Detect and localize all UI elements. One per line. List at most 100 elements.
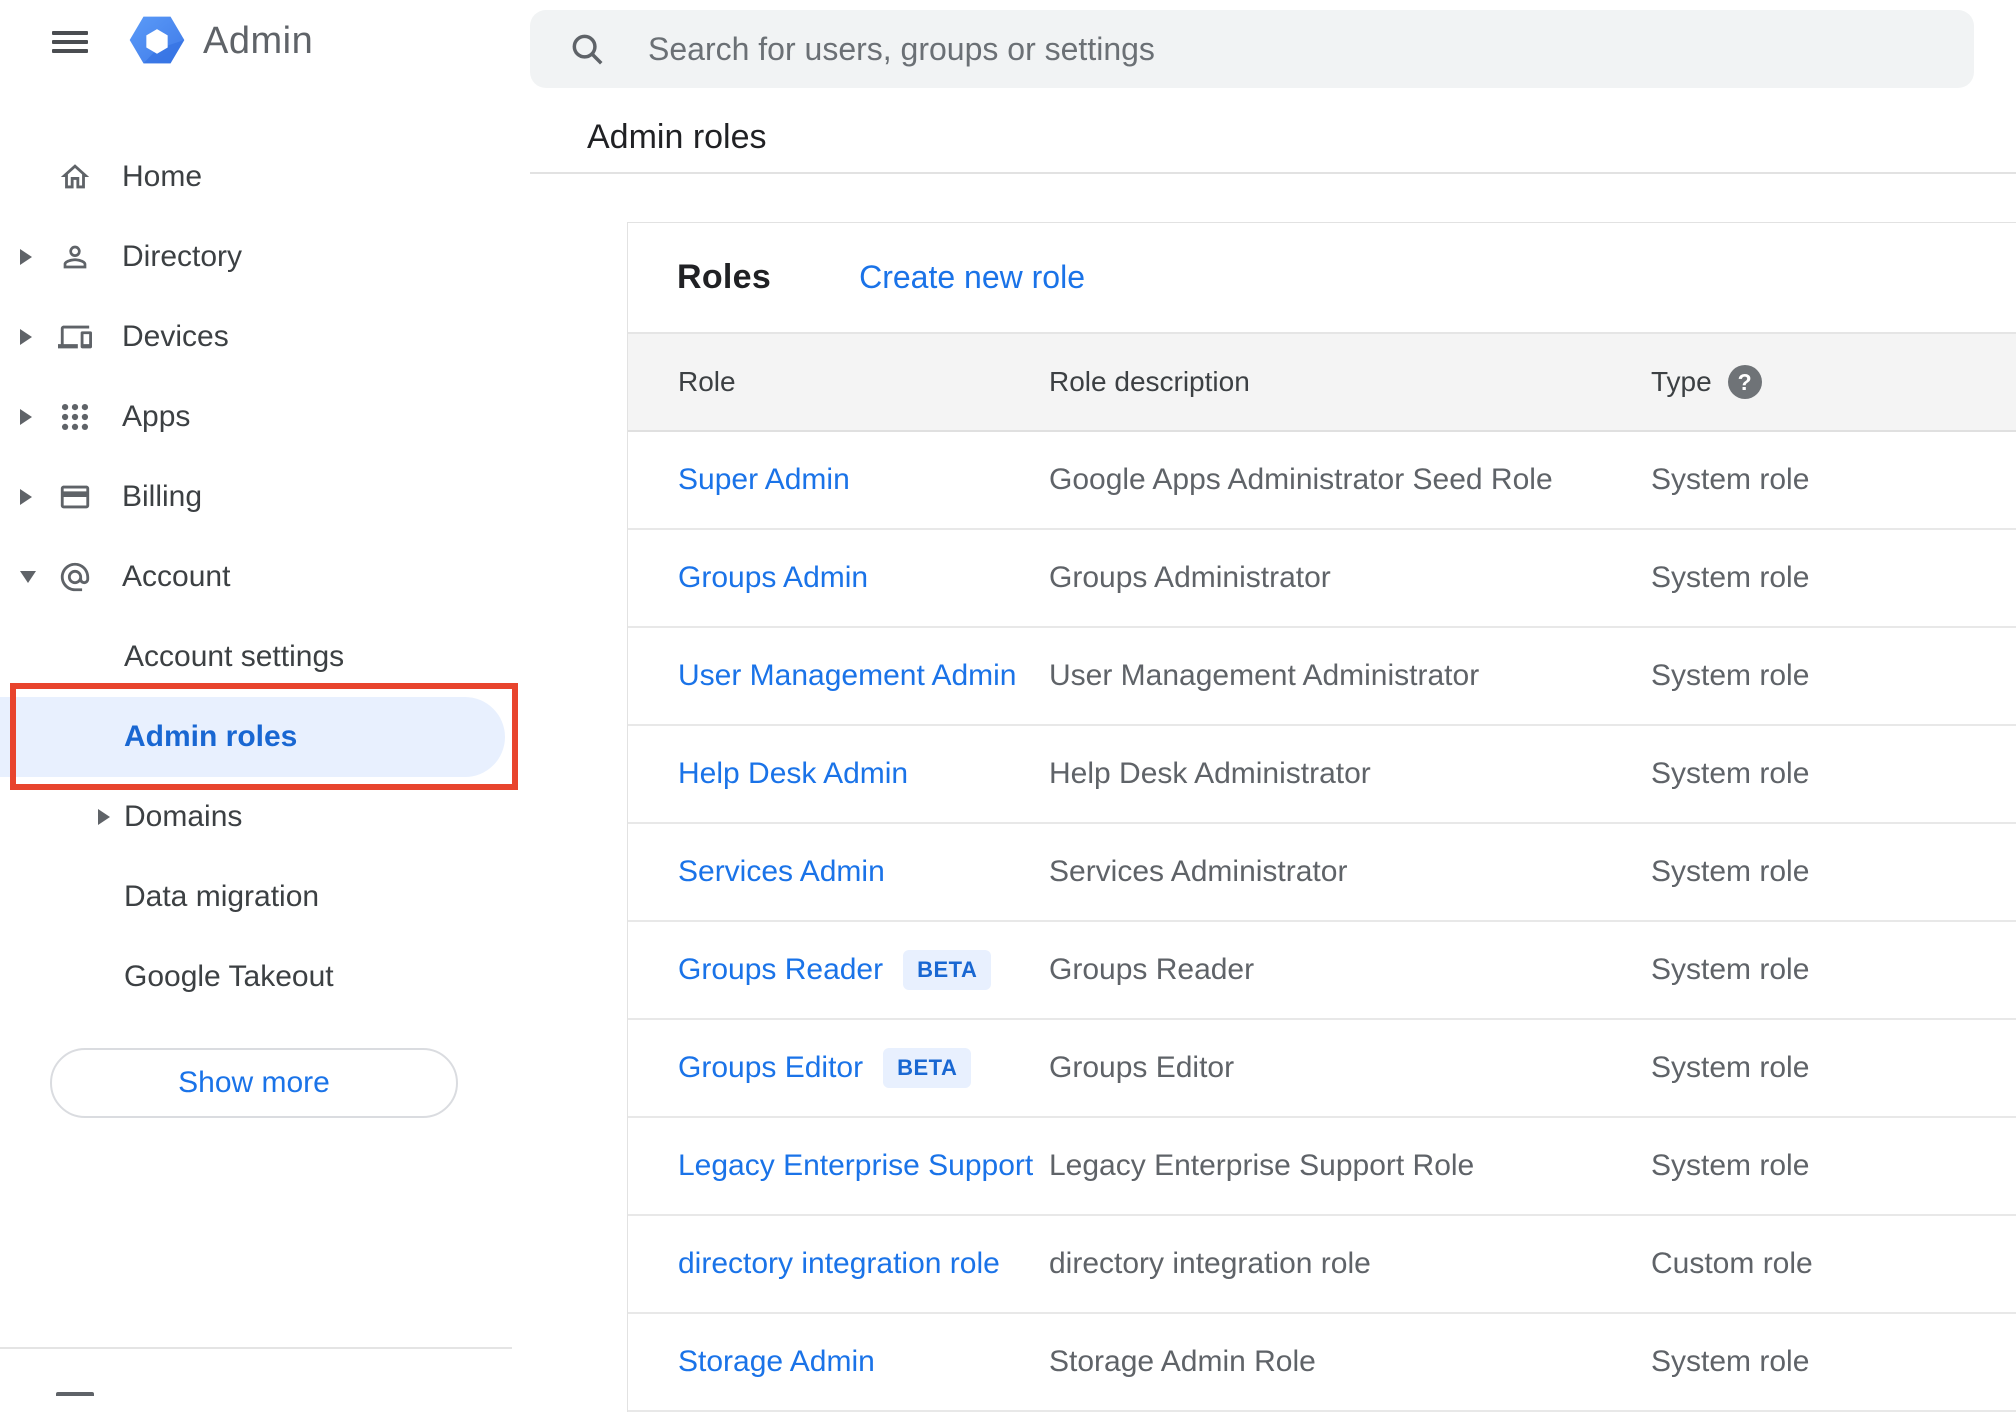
devices-icon <box>58 320 92 354</box>
role-type: System role <box>1651 659 1810 692</box>
sidebar-item-label: Devices <box>122 320 229 353</box>
role-description: Storage Admin Role <box>1049 1345 1316 1378</box>
role-type: System role <box>1651 561 1810 594</box>
table-row: Groups Admin Groups Administrator System r… <box>628 530 2016 628</box>
expand-arrow-icon[interactable] <box>20 249 32 265</box>
role-link[interactable]: Groups Reader <box>678 953 883 987</box>
sidebar-nav: Home Directory Devices Apps Billing Acco… <box>0 137 530 1017</box>
expand-arrow-icon[interactable] <box>98 809 110 825</box>
column-header-role: Role <box>678 366 736 397</box>
role-description: User Management Administrator <box>1049 659 1480 692</box>
role-type: System role <box>1651 1149 1810 1182</box>
sidebar-item-label: Apps <box>122 400 191 433</box>
table-row: Legacy Enterprise Support Legacy Enterpri… <box>628 1118 2016 1216</box>
table-row: Super Admin Google Apps Administrator See… <box>628 432 2016 530</box>
sidebar: Admin Home Directory Devices Apps Billin… <box>0 0 530 1396</box>
role-description: directory integration role <box>1049 1247 1371 1280</box>
table-row: Groups Editor BETA Groups Editor System rol… <box>628 1020 2016 1118</box>
show-more-button[interactable]: Show more <box>50 1048 458 1118</box>
beta-badge: BETA <box>883 1048 972 1088</box>
role-description: Groups Administrator <box>1049 561 1331 594</box>
apps-grid-icon <box>58 400 92 434</box>
role-link[interactable]: Super Admin <box>678 463 850 497</box>
role-description: Groups Reader <box>1049 953 1255 986</box>
role-description: Groups Editor <box>1049 1051 1235 1084</box>
credit-card-icon <box>58 480 92 514</box>
role-description: Services Administrator <box>1049 855 1348 888</box>
search-placeholder: Search for users, groups or settings <box>648 30 1155 67</box>
app-header: Admin <box>0 0 530 90</box>
expand-arrow-icon[interactable] <box>20 329 32 345</box>
sidebar-item-data-migration[interactable]: Data migration <box>0 857 530 937</box>
roles-table-header: Role Role description Type ? <box>628 334 2016 432</box>
table-row: User Management Admin User Management Adm… <box>628 628 2016 726</box>
role-link[interactable]: directory integration role <box>678 1247 1000 1281</box>
role-link[interactable]: Groups Admin <box>678 561 868 595</box>
app-title: Admin <box>203 20 314 62</box>
expand-arrow-icon[interactable] <box>20 409 32 425</box>
column-header-description: Role description <box>1049 366 1250 397</box>
role-description: Help Desk Administrator <box>1049 757 1371 790</box>
sidebar-divider <box>0 1347 512 1349</box>
at-sign-icon <box>58 560 92 594</box>
person-icon <box>58 240 92 274</box>
sidebar-item-account-settings[interactable]: Account settings <box>0 617 530 697</box>
beta-badge: BETA <box>903 950 992 990</box>
role-type: System role <box>1651 463 1810 496</box>
role-description: Google Apps Administrator Seed Role <box>1049 463 1553 496</box>
page-title: Admin roles <box>587 118 767 156</box>
role-type: Custom role <box>1651 1247 1813 1280</box>
google-admin-logo-icon <box>129 16 185 64</box>
sidebar-item-label: Google Takeout <box>124 960 334 993</box>
role-link[interactable]: Legacy Enterprise Support <box>678 1149 1033 1183</box>
table-row: directory integration role directory inte… <box>628 1216 2016 1314</box>
roles-card-toolbar: Roles Create new role <box>628 223 2016 334</box>
sidebar-item-label: Billing <box>122 480 203 513</box>
clipped-bottom-icon <box>56 1392 94 1396</box>
sidebar-item-label: Admin roles <box>124 720 298 753</box>
collapse-arrow-icon[interactable] <box>20 571 36 583</box>
menu-hamburger-icon[interactable] <box>52 31 88 53</box>
role-type: System role <box>1651 953 1810 986</box>
role-link[interactable]: Groups Editor <box>678 1051 863 1085</box>
sidebar-item-directory[interactable]: Directory <box>0 217 530 297</box>
sidebar-item-google-takeout[interactable]: Google Takeout <box>0 937 530 1017</box>
sidebar-item-apps[interactable]: Apps <box>0 377 530 457</box>
sidebar-item-devices[interactable]: Devices <box>0 297 530 377</box>
expand-arrow-icon[interactable] <box>20 489 32 505</box>
role-type: System role <box>1651 1345 1810 1378</box>
sidebar-item-account[interactable]: Account <box>0 537 530 617</box>
role-type: System role <box>1651 855 1810 888</box>
sidebar-item-label: Domains <box>124 800 243 833</box>
home-icon <box>58 160 92 194</box>
table-row: Groups Reader BETA Groups Reader System rol… <box>628 922 2016 1020</box>
roles-table-body: Super Admin Google Apps Administrator See… <box>628 432 2016 1412</box>
create-new-role-link[interactable]: Create new role <box>859 259 1085 296</box>
role-type: System role <box>1651 1051 1810 1084</box>
search-icon <box>568 30 606 68</box>
sidebar-item-label: Data migration <box>124 880 320 913</box>
main-content: Search for users, groups or settings Adm… <box>530 0 2016 1412</box>
sidebar-item-admin-roles[interactable]: Admin roles <box>0 697 530 777</box>
column-header-type: Type ? <box>1651 365 2016 399</box>
sidebar-item-label: Account settings <box>124 640 345 673</box>
title-divider <box>530 172 2016 174</box>
sidebar-item-label: Directory <box>122 240 243 273</box>
help-icon[interactable]: ? <box>1727 365 1762 399</box>
sidebar-item-billing[interactable]: Billing <box>0 457 530 537</box>
role-link[interactable]: Services Admin <box>678 855 885 889</box>
role-link[interactable]: Storage Admin <box>678 1345 875 1379</box>
sidebar-item-domains[interactable]: Domains <box>0 777 530 857</box>
sidebar-item-label: Home <box>122 160 203 193</box>
roles-heading: Roles <box>677 258 772 296</box>
role-description: Legacy Enterprise Support Role <box>1049 1149 1475 1182</box>
sidebar-item-label: Account <box>122 560 231 593</box>
search-input[interactable]: Search for users, groups or settings <box>530 10 1974 88</box>
sidebar-item-home[interactable]: Home <box>0 137 530 217</box>
table-row: Storage Admin Storage Admin Role System ro… <box>628 1314 2016 1412</box>
role-link[interactable]: User Management Admin <box>678 659 1017 693</box>
table-row: Services Admin Services Administrator Syst… <box>628 824 2016 922</box>
table-row: Help Desk Admin Help Desk Administrator Sy… <box>628 726 2016 824</box>
role-link[interactable]: Help Desk Admin <box>678 757 908 791</box>
role-type: System role <box>1651 757 1810 790</box>
